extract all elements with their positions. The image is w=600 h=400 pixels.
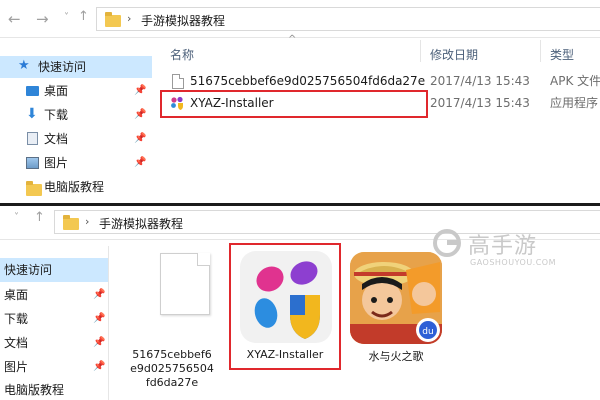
pin-icon[interactable]: 📌 bbox=[134, 152, 146, 174]
breadcrumb-current-folder[interactable]: 手游模拟器教程 bbox=[99, 215, 183, 232]
sidebar-item-label: 下载 bbox=[44, 108, 69, 122]
sidebar-item-label: 电脑版教程 bbox=[44, 180, 105, 194]
pin-icon[interactable]: 📌 bbox=[93, 283, 105, 307]
folder-icon bbox=[26, 181, 42, 196]
sidebar-item-downloads[interactable]: 下载 📌 bbox=[0, 307, 108, 331]
explorer-details-pane: ← → ˅ ↑ › 手游模拟器教程 ★ 快速访问 桌面 📌 ⬇ 下载 📌 文档 … bbox=[0, 0, 600, 204]
sidebar-item-label: 桌面 bbox=[44, 84, 69, 98]
download-icon: ⬇ bbox=[26, 106, 38, 122]
watermark: 高手游 GAOSHOUYOU.COM bbox=[432, 222, 592, 272]
pane-divider bbox=[108, 246, 109, 400]
sidebar-item-pc-tutorials[interactable]: 电脑版教程 bbox=[0, 378, 108, 400]
apk-file-icon bbox=[172, 74, 184, 89]
column-header-name[interactable]: 名称 bbox=[170, 46, 194, 63]
svg-text:du: du bbox=[422, 327, 433, 337]
tile-label: 水与火之歌 bbox=[368, 350, 424, 363]
gaoshouyou-logo-icon bbox=[433, 229, 461, 257]
sidebar-item-desktop[interactable]: 桌面 📌 bbox=[0, 283, 108, 307]
sidebar-item-pc-tutorials[interactable]: 电脑版教程 bbox=[0, 176, 152, 198]
breadcrumb-chevron-icon[interactable]: › bbox=[85, 215, 89, 228]
documents-icon bbox=[27, 132, 38, 145]
sidebar-item-label: 文档 bbox=[44, 132, 69, 146]
sidebar-item-pictures[interactable]: 图片 📌 bbox=[0, 355, 108, 379]
sidebar-item-label: 图片 bbox=[44, 156, 69, 170]
pin-icon[interactable]: 📌 bbox=[134, 80, 146, 102]
column-divider[interactable] bbox=[420, 40, 421, 62]
watermark-url: GAOSHOUYOU.COM bbox=[470, 258, 557, 267]
forward-arrow-icon[interactable]: → bbox=[36, 10, 49, 28]
shui-yu-huo-zhi-ge-game-icon: du bbox=[350, 252, 442, 344]
up-arrow-icon[interactable]: ↑ bbox=[34, 210, 45, 225]
sidebar-item-label: 快速访问 bbox=[4, 263, 53, 277]
column-divider[interactable] bbox=[540, 40, 541, 62]
file-type: 应用程序 bbox=[550, 96, 599, 110]
pictures-icon bbox=[26, 157, 39, 169]
sidebar-item-label: 快速访问 bbox=[38, 60, 87, 74]
column-header-type[interactable]: 类型 bbox=[550, 46, 574, 63]
address-field[interactable]: › 手游模拟器教程 bbox=[96, 7, 600, 31]
watermark-brand-name: 高手游 bbox=[468, 234, 538, 259]
folder-icon bbox=[63, 215, 79, 230]
sidebar-item-quick-access[interactable]: 快速访问 bbox=[0, 258, 108, 282]
sidebar-item-label: 下载 bbox=[4, 312, 29, 326]
address-bar: ← → ˅ ↑ › 手游模拟器教程 bbox=[0, 0, 600, 38]
sidebar-item-label: 文档 bbox=[4, 336, 29, 350]
highlight-box bbox=[229, 243, 341, 370]
recent-locations-chevron-icon[interactable]: ˅ bbox=[64, 12, 69, 23]
sort-ascending-chevron-icon: ^ bbox=[288, 34, 297, 45]
file-modified-date: 2017/4/13 15:43 bbox=[430, 74, 530, 88]
sidebar-item-quick-access[interactable]: ★ 快速访问 bbox=[0, 56, 152, 78]
blank-file-icon bbox=[160, 253, 210, 315]
back-arrow-icon[interactable]: ← bbox=[8, 10, 21, 28]
up-arrow-icon[interactable]: ↑ bbox=[78, 9, 89, 24]
pin-icon[interactable]: 📌 bbox=[134, 128, 146, 150]
breadcrumb-chevron-icon[interactable]: › bbox=[127, 12, 131, 25]
recent-locations-chevron-icon[interactable]: ˅ bbox=[14, 212, 19, 223]
sidebar-item-label: 电脑版教程 bbox=[4, 383, 65, 397]
highlight-box bbox=[160, 90, 428, 118]
sidebar-item-pictures[interactable]: 图片 📌 bbox=[0, 152, 152, 174]
sidebar-item-documents[interactable]: 文档 📌 bbox=[0, 128, 152, 150]
sidebar-item-documents[interactable]: 文档 📌 bbox=[0, 331, 108, 355]
sidebar-item-downloads[interactable]: ⬇ 下载 📌 bbox=[0, 104, 152, 126]
pin-icon[interactable]: 📌 bbox=[134, 104, 146, 126]
sidebar-item-label: 图片 bbox=[4, 360, 29, 374]
file-row-apk[interactable]: 51675cebbef6e9d025756504fd6da27e 2017/4/… bbox=[164, 70, 600, 92]
pin-icon[interactable]: 📌 bbox=[93, 307, 105, 331]
pin-icon[interactable]: 📌 bbox=[93, 355, 105, 379]
file-type: APK 文件 bbox=[550, 74, 600, 88]
folder-icon bbox=[105, 12, 121, 27]
file-name: 51675cebbef6e9d025756504fd6da27e bbox=[190, 74, 426, 88]
sidebar-item-label: 桌面 bbox=[4, 288, 29, 302]
tile-label: 51675cebbef6e9d025756504fd6da27e bbox=[130, 348, 214, 389]
breadcrumb-current-folder[interactable]: 手游模拟器教程 bbox=[141, 12, 225, 29]
sidebar-item-desktop[interactable]: 桌面 📌 bbox=[0, 80, 152, 102]
pin-icon[interactable]: 📌 bbox=[93, 331, 105, 355]
desktop-icon bbox=[26, 86, 39, 96]
column-header-date[interactable]: 修改日期 bbox=[430, 46, 478, 63]
star-icon: ★ bbox=[18, 58, 30, 73]
file-modified-date: 2017/4/13 15:43 bbox=[430, 96, 530, 110]
